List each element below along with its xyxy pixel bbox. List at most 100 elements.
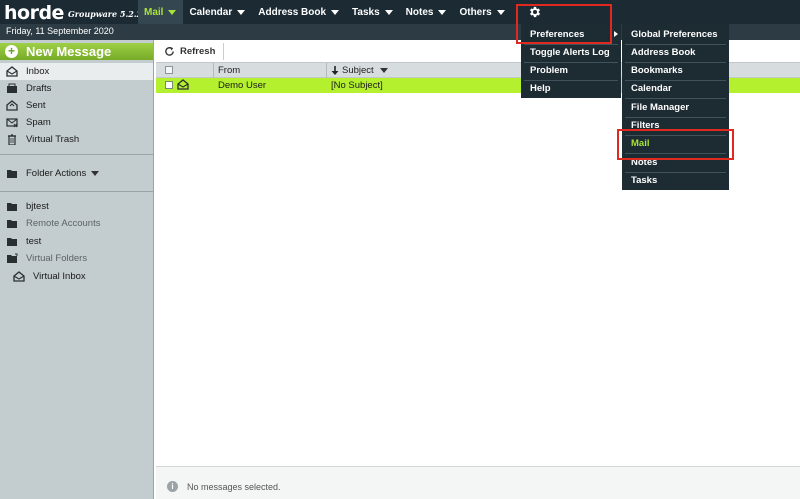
sidebar-item-label: Spam [26,117,51,128]
sent-icon [5,100,19,112]
nav-tasks-label: Tasks [352,6,380,18]
nav-notes[interactable]: Notes [400,0,454,24]
row-from: Demo User [218,80,267,91]
column-divider [213,63,214,78]
nav-mail-label: Mail [144,6,164,18]
sidebar-item-label: Virtual Folders [26,253,88,264]
folder-icon [5,218,19,230]
sidebar-item-label: Virtual Trash [26,134,80,145]
row-subject: [No Subject] [331,80,383,91]
folder-icon [5,168,19,180]
sidebar-item-remote-accounts[interactable]: Remote Accounts [0,215,153,232]
sidebar-item-virtual-trash[interactable]: Virtual Trash [0,131,153,148]
sidebar-item-label: Virtual Inbox [33,271,86,282]
menu-item-label: Preferences [530,29,585,40]
sidebar-item-spam[interactable]: Spam [0,114,153,131]
column-subject[interactable]: Subject [331,65,388,76]
chevron-right-icon [614,31,618,37]
preferences-submenu: Global Preferences Address Book Bookmark… [622,24,729,190]
logo-brand: horde [4,2,64,24]
sidebar-item-label: Remote Accounts [26,218,101,229]
gear-dropdown-menu: Preferences Toggle Alerts Log Problem He… [521,24,621,98]
menu-item-label: Mail [631,138,650,149]
folder-actions-button[interactable]: Folder Actions [0,165,153,182]
sidebar-item-sent[interactable]: Sent [0,97,153,114]
menu-item-label: Toggle Alerts Log [530,47,610,58]
folder-actions-label: Folder Actions [26,168,87,179]
inbox-icon [5,66,19,78]
menu-item-filters[interactable]: Filters [622,117,729,134]
menu-item-label: Bookmarks [631,65,683,76]
spam-icon [5,117,19,129]
column-divider [326,63,327,78]
nav-calendar-label: Calendar [189,6,233,18]
menu-item-notes[interactable]: Notes [622,154,729,171]
row-checkbox[interactable] [165,81,173,89]
sidebar-item-inbox[interactable]: Inbox [0,63,153,80]
menu-item-global-preferences[interactable]: Global Preferences [622,26,729,43]
menu-item-tasks[interactable]: Tasks [622,172,729,189]
trash-icon [5,134,19,146]
refresh-label: Refresh [180,46,216,57]
sidebar-item-bjtest[interactable]: bjtest [0,198,153,215]
sidebar: + New Message Inbox Drafts Sent Spam Vir… [0,40,154,499]
sidebar-item-label: Inbox [26,66,50,77]
info-icon: i [167,481,178,492]
nav-others[interactable]: Others [453,0,511,24]
menu-item-address-book[interactable]: Address Book [622,44,729,61]
sidebar-item-drafts[interactable]: Drafts [0,80,153,97]
plus-icon: + [5,45,18,58]
nav-address-book[interactable]: Address Book [252,0,346,24]
menu-item-label: Tasks [631,175,658,186]
sidebar-item-label: Sent [26,100,46,111]
horde-logo[interactable]: horde Groupware 5.2.22 [4,0,148,24]
preview-status-bar: i No messages selected. [156,466,800,499]
menu-item-label: Help [530,83,551,94]
menu-item-problem[interactable]: Problem [521,62,621,79]
sidebar-divider [0,191,153,192]
nav-calendar[interactable]: Calendar [183,0,252,24]
main-nav: Mail Calendar Address Book Tasks Notes O… [138,0,512,24]
settings-gear-button[interactable] [520,0,550,24]
folder-icon [5,201,19,213]
refresh-icon [165,46,174,56]
menu-item-help[interactable]: Help [521,80,621,97]
sidebar-divider [0,154,153,155]
nav-others-label: Others [459,6,492,18]
menu-item-file-manager[interactable]: File Manager [622,99,729,116]
sidebar-item-label: Drafts [26,83,52,94]
new-message-button[interactable]: + New Message [0,43,153,60]
nav-mail[interactable]: Mail [138,0,184,24]
menu-item-label: Problem [530,65,569,76]
sidebar-item-virtual-folders[interactable]: Virtual Folders [0,250,153,267]
menu-item-label: Calendar [631,83,672,94]
column-from[interactable]: From [218,65,240,76]
chevron-down-icon [379,68,388,73]
chevron-down-icon [384,9,393,15]
menu-item-calendar[interactable]: Calendar [622,80,729,97]
sort-arrow-down-icon [331,66,339,75]
nav-address-book-label: Address Book [258,6,327,18]
menu-item-label: Filters [631,120,660,131]
menu-item-label: Notes [631,157,658,168]
status-message: No messages selected. [187,482,281,492]
gear-icon [529,6,541,18]
menu-item-bookmarks[interactable]: Bookmarks [622,62,729,79]
chevron-down-icon [237,9,246,15]
select-all-checkbox[interactable] [165,66,173,74]
sidebar-item-virtual-inbox[interactable]: Virtual Inbox [0,268,153,285]
menu-item-mail[interactable]: Mail [622,135,729,152]
menu-item-toggle-alerts-log[interactable]: Toggle Alerts Log [521,44,621,61]
nav-tasks[interactable]: Tasks [346,0,400,24]
menu-item-label: File Manager [631,102,690,113]
column-subject-label: Subject [342,65,374,76]
refresh-button[interactable]: Refresh [160,43,225,60]
unread-envelope-icon [177,79,189,93]
sidebar-item-test[interactable]: test [0,233,153,250]
menu-item-preferences[interactable]: Preferences [521,26,621,43]
top-bar: horde Groupware 5.2.22 Mail Calendar Add… [0,0,800,24]
chevron-down-icon [91,171,100,176]
current-date: Friday, 11 September 2020 [6,26,114,36]
menu-item-label: Address Book [631,47,696,58]
chevron-down-icon [438,9,447,15]
